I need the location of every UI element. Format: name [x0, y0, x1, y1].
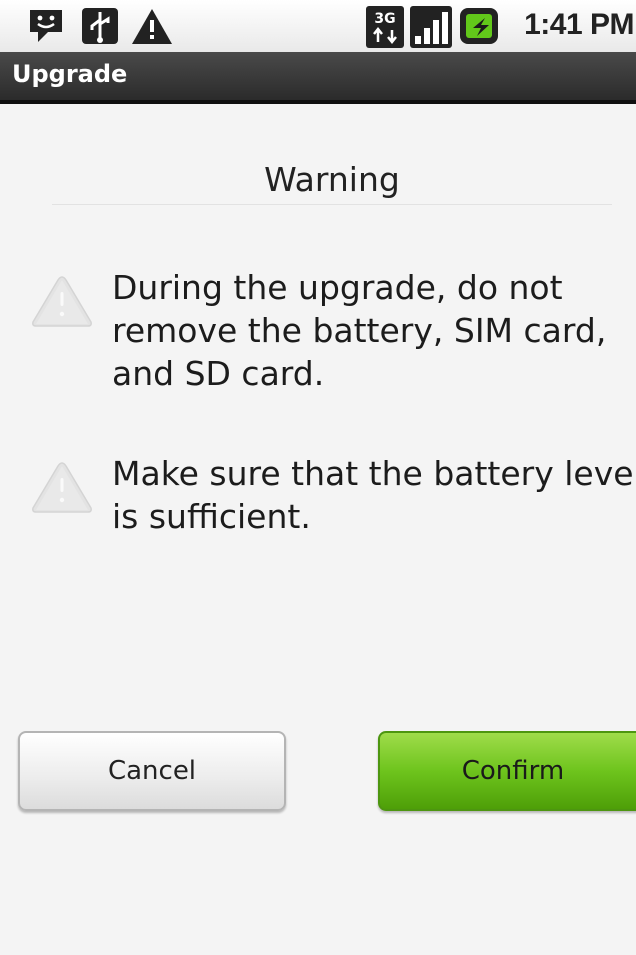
status-bar: 3G 1:41 PM — [0, 0, 636, 52]
warning-item-1: During the upgrade, do not remove the ba… — [0, 266, 636, 393]
page-title: Upgrade — [12, 60, 128, 88]
warning-item-line: During the upgrade, do not — [112, 268, 563, 307]
cancel-button[interactable]: Cancel — [18, 731, 286, 811]
alert-icon — [130, 6, 174, 50]
divider — [52, 204, 612, 205]
confirm-button-label: Confirm — [461, 756, 565, 786]
confirm-button[interactable]: Confirm — [378, 731, 636, 811]
warning-item-line: is sufficient. — [112, 497, 311, 536]
warning-item-text: Make sure that the battery level is suff… — [112, 452, 636, 538]
warning-item-text: During the upgrade, do not remove the ba… — [112, 266, 606, 395]
title-bar: Upgrade — [0, 52, 636, 104]
warning-item-line: Make sure that the battery level — [112, 454, 636, 493]
battery-charging-icon — [460, 6, 502, 50]
warning-triangle-icon — [30, 274, 94, 334]
status-time: 1:41 PM — [524, 8, 634, 41]
cancel-button-label: Cancel — [107, 756, 197, 786]
message-icon — [26, 6, 66, 50]
data-3g-icon: 3G — [366, 6, 404, 52]
warning-item-line: and SD card. — [112, 354, 325, 393]
warning-triangle-icon — [30, 460, 94, 520]
signal-icon — [410, 6, 452, 52]
svg-text:3G: 3G — [374, 11, 395, 27]
warning-heading: Warning — [264, 160, 400, 199]
warning-item-line: remove the battery, SIM card, — [112, 311, 607, 350]
usb-icon — [80, 6, 120, 52]
warning-item-2: Make sure that the battery level is suff… — [0, 452, 636, 572]
